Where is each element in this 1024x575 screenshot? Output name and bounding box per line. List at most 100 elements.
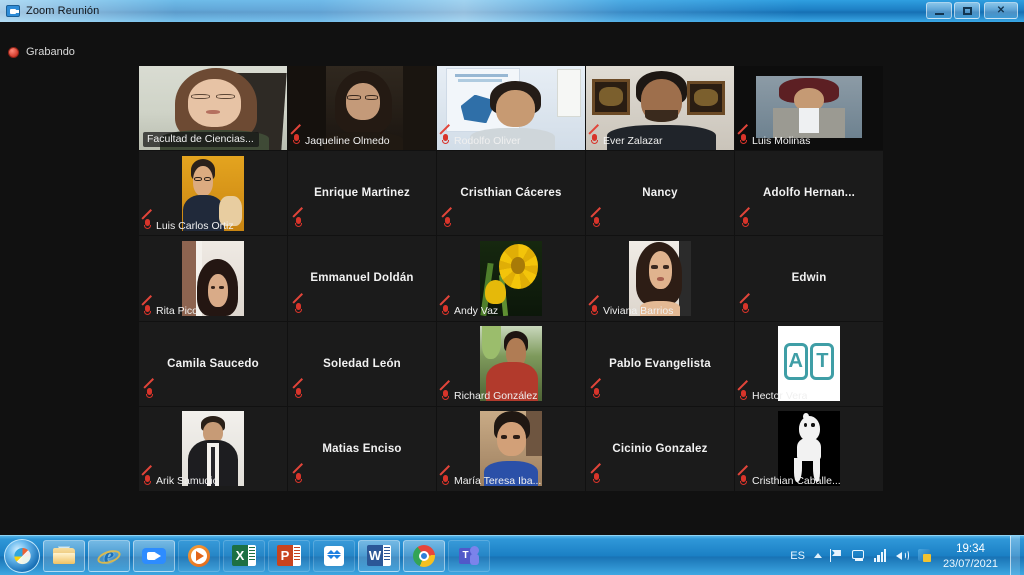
participant-tile[interactable]: Cristhian Caballe...	[735, 406, 883, 491]
titlebar-aero-glass	[0, 0, 800, 22]
participant-name-bar: Rodolfo Oliver	[439, 124, 521, 147]
flag-action-center-icon[interactable]	[829, 548, 844, 563]
start-button[interactable]	[4, 538, 40, 573]
participant-tile[interactable]: Emmanuel Doldán	[288, 236, 436, 321]
participant-name-bar: Arik Samudio	[141, 465, 218, 488]
participant-tile[interactable]: Cicinio Gonzalez	[586, 406, 734, 491]
participant-name: Enrique Martinez	[314, 187, 410, 200]
microphone-muted-icon	[141, 465, 152, 488]
participant-tile[interactable]: Enrique Martinez	[288, 151, 436, 236]
microphone-muted-icon	[439, 124, 450, 147]
security-shield-icon[interactable]	[917, 548, 932, 563]
participant-name: Ever Zalazar	[603, 134, 663, 147]
windows-taskbar[interactable]: e X P W T ES 19:34 23/07/2021	[0, 535, 1024, 575]
participant-name: Pablo Evangelista	[609, 357, 711, 370]
taskbar-item-file-explorer[interactable]	[43, 539, 85, 572]
participant-tile[interactable]: Nancy	[586, 151, 734, 236]
participant-tile[interactable]: Pablo Evangelista	[586, 321, 734, 406]
powerpoint-icon: P	[277, 544, 301, 568]
microphone-muted-icon	[292, 292, 303, 316]
microphone-muted-icon	[439, 294, 450, 318]
taskbar-item-internet-explorer[interactable]: e	[88, 539, 130, 572]
microphone-muted-icon	[588, 294, 599, 318]
participant-name: Viviana Barrios	[603, 305, 674, 318]
microphone-muted-icon	[439, 379, 450, 403]
media-player-icon	[187, 544, 211, 568]
participant-tile[interactable]: Viviana Barrios	[586, 236, 734, 321]
participant-tile[interactable]: Matias Enciso	[288, 406, 436, 491]
internet-explorer-icon: e	[95, 543, 123, 568]
participant-name: María Teresa Iba...	[454, 475, 542, 488]
taskbar-item-dropbox[interactable]	[313, 539, 355, 572]
taskbar-item-word[interactable]: W	[358, 539, 400, 572]
folder-icon	[52, 544, 76, 568]
participant-name-bar: Andy Vaz	[439, 294, 499, 318]
taskbar-item-powerpoint[interactable]: P	[268, 539, 310, 572]
participant-tile[interactable]: Adolfo Hernan...	[735, 151, 883, 236]
minimize-button[interactable]	[926, 2, 952, 19]
participant-tile[interactable]: Jaqueline Olmedo	[288, 66, 436, 151]
microphone-muted-icon	[441, 207, 452, 230]
network-icon[interactable]	[851, 548, 866, 563]
participant-tile[interactable]: Cristhian Cáceres	[437, 151, 585, 236]
system-tray[interactable]: ES 19:34 23/07/2021	[790, 535, 1024, 575]
language-indicator[interactable]: ES	[790, 550, 805, 562]
participant-tile[interactable]: Rodolfo Oliver	[437, 66, 585, 151]
microphone-muted-icon	[737, 379, 748, 403]
participant-name: Adolfo Hernan...	[762, 187, 855, 200]
participant-name: Andy Vaz	[454, 305, 499, 318]
show-desktop-button[interactable]	[1010, 535, 1020, 575]
taskbar-item-teams[interactable]: T	[448, 539, 490, 572]
microphone-muted-icon	[141, 294, 152, 318]
participant-name: Edwin	[791, 272, 827, 285]
close-button[interactable]: ✕	[984, 2, 1018, 19]
participant-tile[interactable]: María Teresa Iba...	[437, 406, 585, 491]
participant-name: Luis Carlos Ortiz	[156, 219, 234, 232]
microphone-muted-icon	[141, 209, 152, 232]
participant-tile[interactable]: Rita Pico	[139, 236, 287, 321]
participant-name-bar: Viviana Barrios	[588, 294, 674, 318]
show-hidden-icons-caret[interactable]	[813, 553, 822, 558]
participant-name: Cicinio Gonzalez	[612, 442, 708, 455]
zoom-camera-icon	[142, 544, 166, 568]
participant-tile[interactable]: Soledad León	[288, 321, 436, 406]
recording-dot-icon	[8, 46, 19, 58]
powerpoint-letter: P	[277, 544, 293, 566]
clock[interactable]: 19:34 23/07/2021	[943, 541, 998, 571]
word-letter: W	[367, 544, 383, 566]
participant-tile[interactable]: Arik Samudio	[139, 406, 287, 491]
participant-tile[interactable]: Edwin	[735, 236, 883, 321]
maximize-button[interactable]	[954, 2, 980, 19]
participant-tile[interactable]: Andy Vaz	[437, 236, 585, 321]
participant-tile[interactable]: Camila Saucedo	[139, 321, 287, 406]
maximize-icon	[962, 6, 972, 15]
participant-tile[interactable]: Facultad de Ciencias...	[139, 66, 287, 151]
participant-tile[interactable]: Luis Carlos Ortiz	[139, 151, 287, 236]
taskbar-item-chrome[interactable]	[403, 539, 445, 572]
excel-letter: X	[232, 544, 248, 566]
participant-tile[interactable]: Luis Molinas	[735, 66, 883, 151]
participant-tile[interactable]: A T Hector Vera	[735, 321, 883, 406]
participant-tile[interactable]: Richard González	[437, 321, 585, 406]
microphone-muted-icon	[739, 207, 750, 230]
participant-name: Cristhian Caballe...	[752, 475, 841, 488]
taskbar-item-zoom[interactable]	[133, 539, 175, 572]
teams-icon: T	[457, 544, 481, 568]
microphone-muted-icon	[292, 207, 303, 230]
volume-icon[interactable]	[895, 548, 910, 563]
participant-name-bar: Ever Zalazar	[588, 124, 663, 147]
participant-name: Facultad de Ciencias...	[147, 133, 254, 146]
microphone-muted-icon	[590, 207, 601, 230]
participant-name-bar: Hector Vera	[737, 379, 807, 403]
recording-indicator[interactable]: Grabando	[8, 46, 75, 58]
participant-name: Richard González	[454, 390, 538, 403]
taskbar-item-media-player[interactable]	[178, 539, 220, 572]
signal-icon[interactable]	[873, 548, 888, 563]
microphone-muted-icon	[737, 465, 748, 488]
participant-name: Matias Enciso	[322, 442, 402, 455]
taskbar-item-excel[interactable]: X	[223, 539, 265, 572]
microphone-muted-icon	[590, 377, 601, 401]
window-title-bar[interactable]: Zoom Reunión ✕	[0, 0, 1024, 22]
participant-name: Rodolfo Oliver	[454, 134, 521, 147]
participant-tile[interactable]: Ever Zalazar	[586, 66, 734, 151]
